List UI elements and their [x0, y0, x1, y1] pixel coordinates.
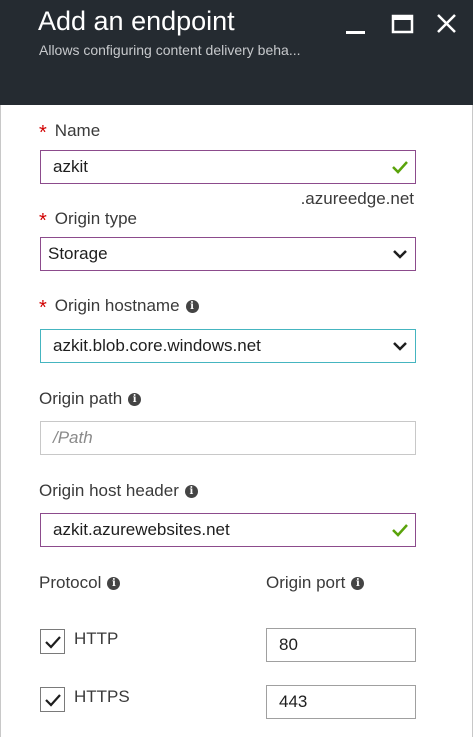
blade-header: Add an endpoint Allows configuring conte…: [0, 0, 473, 105]
name-label-text: Name: [54, 121, 101, 140]
origin-hostname-label-text: Origin hostname: [54, 296, 180, 315]
origin-hostname-label: * Origin hostname i: [39, 296, 199, 319]
close-icon: [437, 14, 456, 33]
origin-host-header-label-text: Origin host header: [39, 481, 179, 500]
checkmark-icon: [44, 635, 61, 649]
maximize-icon: [391, 14, 414, 34]
protocol-label: Protocol i: [39, 573, 121, 593]
info-icon[interactable]: i: [184, 484, 198, 498]
origin-hostname-value: azkit.blob.core.windows.net: [53, 336, 261, 355]
origin-port-label-text: Origin port: [266, 573, 346, 592]
valid-check-icon: [385, 514, 415, 546]
origin-type-label: * Origin type: [39, 209, 137, 232]
origin-path-label-text: Origin path: [39, 389, 123, 408]
origin-port-label: Origin port i: [266, 573, 365, 593]
chevron-down-icon: [385, 238, 415, 270]
minimize-icon: [346, 31, 365, 34]
origin-hostname-select[interactable]: azkit.blob.core.windows.net: [40, 329, 416, 363]
chevron-down-icon: [385, 330, 415, 362]
origin-type-select[interactable]: Storage: [40, 237, 416, 271]
origin-host-header-value: azkit.azurewebsites.net: [53, 520, 230, 539]
protocol-label-text: Protocol: [39, 573, 102, 592]
info-icon[interactable]: i: [185, 299, 199, 313]
info-icon[interactable]: i: [351, 576, 365, 590]
domain-suffix: .azureedge.net: [300, 189, 414, 208]
http-checkbox[interactable]: [40, 629, 65, 654]
origin-path-label: Origin path i: [39, 389, 142, 409]
required-marker: *: [39, 210, 47, 232]
origin-type-label-text: Origin type: [54, 209, 137, 228]
https-label: HTTPS: [74, 686, 130, 706]
blade-subtitle: Allows configuring content delivery beha…: [39, 42, 301, 58]
origin-path-input[interactable]: /Path: [40, 421, 416, 455]
required-marker: *: [39, 297, 47, 319]
origin-host-header-label: Origin host header i: [39, 481, 198, 501]
http-label: HTTP: [74, 628, 119, 648]
origin-host-header-input[interactable]: azkit.azurewebsites.net: [40, 513, 416, 547]
https-checkbox[interactable]: [40, 687, 65, 712]
origin-path-placeholder: /Path: [53, 428, 93, 447]
minimize-button[interactable]: [342, 10, 370, 38]
valid-check-icon: [385, 151, 415, 183]
info-icon[interactable]: i: [107, 576, 121, 590]
close-button[interactable]: [433, 10, 461, 38]
checkmark-icon: [44, 693, 61, 707]
http-port-input[interactable]: 80: [266, 628, 416, 662]
endpoint-form: * Name azkit .azureedge.net * Origin typ…: [0, 105, 473, 737]
info-icon[interactable]: i: [128, 392, 142, 406]
name-input[interactable]: azkit: [40, 150, 416, 184]
https-port-input[interactable]: 443: [266, 685, 416, 719]
name-input-value: azkit: [53, 157, 88, 176]
maximize-button[interactable]: [388, 10, 416, 38]
required-marker: *: [39, 122, 47, 144]
http-checkbox-row[interactable]: HTTP: [40, 629, 118, 654]
blade-title: Add an endpoint: [38, 6, 235, 36]
name-label: * Name: [39, 121, 101, 144]
origin-type-value: Storage: [48, 244, 108, 263]
https-checkbox-row[interactable]: HTTPS: [40, 687, 130, 712]
